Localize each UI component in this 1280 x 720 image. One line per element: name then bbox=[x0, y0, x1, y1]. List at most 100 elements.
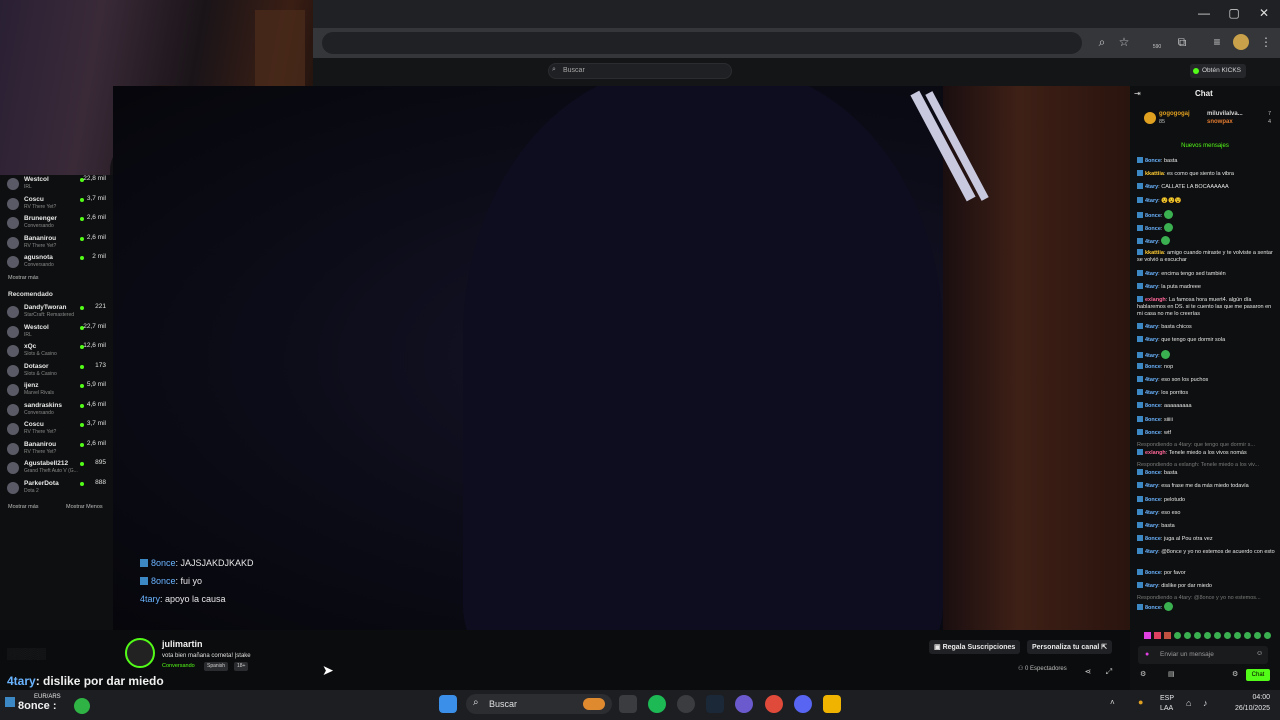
chat-message[interactable]: exlangh: La famosa hora muert4. algún dí… bbox=[1137, 296, 1275, 318]
chat-username[interactable]: 4tary bbox=[1145, 324, 1158, 330]
collapse-chat-icon[interactable]: ⇥ bbox=[1134, 89, 1141, 98]
chat-username[interactable]: 8once bbox=[1145, 417, 1161, 423]
taskbar-layout[interactable]: LAA bbox=[1160, 705, 1173, 712]
chat-message-input[interactable]: Enviar un mensaje bbox=[1138, 646, 1268, 664]
chat-message[interactable]: 8once: juga al Pou otra vez bbox=[1137, 535, 1275, 543]
emote-icon[interactable] bbox=[1254, 632, 1261, 639]
streamer-avatar[interactable] bbox=[125, 638, 155, 668]
theater-mode-icon[interactable]: ⤢ bbox=[1101, 664, 1117, 680]
chat-message[interactable]: 4tary: la puta madreee bbox=[1137, 282, 1275, 291]
chat-username[interactable]: 4tary bbox=[1145, 271, 1158, 277]
leaderboard-user[interactable]: miluvilalva... bbox=[1207, 111, 1243, 117]
emote-icon[interactable] bbox=[1194, 632, 1201, 639]
chat-users-icon[interactable]: ▤ bbox=[1168, 670, 1175, 678]
sidebar-channel[interactable]: Westcol IRL 22,7 mil bbox=[0, 323, 113, 343]
chat-username[interactable]: 8once bbox=[1145, 213, 1161, 219]
chat-message[interactable]: 8once: pelotudo bbox=[1137, 495, 1275, 504]
send-chat-button[interactable]: Chat bbox=[1246, 669, 1270, 681]
chat-username[interactable]: 4tary bbox=[1145, 377, 1158, 383]
chat-username[interactable]: 8once bbox=[1145, 226, 1161, 232]
chat-message[interactable]: 8once: nop bbox=[1137, 362, 1275, 371]
kick-search-input[interactable]: Buscar bbox=[548, 63, 732, 79]
chat-message[interactable]: 4tary: que tengo que dormir sola bbox=[1137, 336, 1275, 344]
emote-icon[interactable] bbox=[1164, 632, 1171, 639]
sidebar-channel[interactable]: Agustabell212 Grand Theft Auto V (G... 895 bbox=[0, 459, 113, 479]
tag-age[interactable]: 18+ bbox=[234, 662, 249, 671]
zoom-icon[interactable]: ⌕ bbox=[1094, 34, 1110, 50]
emoji-icon[interactable]: ☺ bbox=[1256, 650, 1263, 657]
chat-message[interactable]: 4tary: encima tengo sed también bbox=[1137, 269, 1275, 278]
chat-options-icon[interactable]: ⚙ bbox=[1232, 670, 1238, 678]
chat-username[interactable]: 8once bbox=[1145, 570, 1161, 576]
chat-username[interactable]: 8once bbox=[1145, 364, 1161, 370]
chat-username[interactable]: 4tary bbox=[1145, 483, 1158, 489]
menu-kebab-icon[interactable]: ⋮ bbox=[1258, 34, 1274, 50]
chat-username[interactable]: 8once bbox=[1145, 497, 1161, 503]
chat-message[interactable]: Respondiendo a 4tary: que tengo que dorm… bbox=[1137, 442, 1275, 457]
sidebar-channel[interactable]: ParkerDota Dota 2 888 bbox=[0, 479, 113, 499]
close-button[interactable]: ✕ bbox=[1254, 6, 1274, 22]
fx-widget-icon[interactable] bbox=[5, 697, 15, 707]
sidebar-channel[interactable]: Bananirou RV There Yet? 2,6 mil bbox=[0, 440, 113, 460]
emote-icon[interactable] bbox=[1154, 632, 1161, 639]
video-player[interactable] bbox=[113, 86, 1130, 630]
taskbar-language[interactable]: ESP bbox=[1160, 695, 1174, 702]
emote-icon[interactable] bbox=[1174, 632, 1181, 639]
chat-message[interactable]: 4tary: bbox=[1137, 236, 1275, 246]
emote-icon[interactable] bbox=[1204, 632, 1211, 639]
chat-settings-icon[interactable]: ⚙ bbox=[1140, 670, 1146, 678]
taskbar-date[interactable]: 26/10/2025 bbox=[1228, 705, 1270, 712]
network-icon[interactable]: ⌂ bbox=[1186, 698, 1191, 708]
steam-icon[interactable] bbox=[706, 695, 724, 713]
sidebar-channel[interactable]: Bananirou RV There Yet? 2,6 mil bbox=[0, 234, 113, 254]
chat-message[interactable]: 4tary: los porritos bbox=[1137, 389, 1275, 397]
windows-start-icon[interactable] bbox=[439, 695, 457, 713]
chat-username[interactable]: 4tary bbox=[1145, 510, 1158, 516]
profile-avatar-icon[interactable] bbox=[1233, 34, 1249, 50]
sidebar-channel[interactable]: agusnota Conversando 2 mil bbox=[0, 253, 113, 273]
chat-message[interactable]: 4tary: 😵😵😵 bbox=[1137, 196, 1275, 205]
chat-message[interactable]: 4tary: eso eso bbox=[1137, 508, 1275, 517]
emote-icon[interactable] bbox=[1244, 632, 1251, 639]
maximize-button[interactable]: ▢ bbox=[1224, 6, 1244, 22]
chat-message[interactable]: kkattiia: amigo cuando miraste y te volv… bbox=[1137, 249, 1275, 264]
chat-username[interactable]: 8once bbox=[1145, 605, 1161, 611]
chat-username[interactable]: 8once bbox=[1145, 470, 1161, 476]
spotify-icon[interactable] bbox=[648, 695, 666, 713]
chat-message[interactable]: 4tary: eso son los puchos bbox=[1137, 376, 1275, 384]
emote-icon[interactable] bbox=[1214, 632, 1221, 639]
chat-message[interactable]: 8once: wtf bbox=[1137, 428, 1275, 437]
sidebar-channel[interactable]: Dotasor Slots & Casino 173 bbox=[0, 362, 113, 382]
chat-message[interactable]: 8once: aaaaaaaaa bbox=[1137, 402, 1275, 410]
taskbar-time[interactable]: 04:00 bbox=[1238, 694, 1270, 701]
address-bar[interactable] bbox=[322, 32, 1082, 54]
sidebar-channel[interactable]: Coscu RV There Yet? 3,7 mil bbox=[0, 195, 113, 215]
mic-icon[interactable]: ● bbox=[1145, 651, 1149, 658]
volume-icon[interactable]: ♪ bbox=[1203, 698, 1208, 708]
chat-message[interactable]: 8once: bbox=[1137, 223, 1275, 233]
bookmark-star-icon[interactable]: ☆ bbox=[1116, 34, 1132, 50]
obs-icon[interactable] bbox=[677, 695, 695, 713]
sidebar-channel[interactable]: ijenz Marvel Rivals 5,9 mil bbox=[0, 381, 113, 401]
chat-reply-preview[interactable]: Respondiendo a 4tary: que tengo que dorm… bbox=[1137, 442, 1275, 449]
leaderboard-user[interactable]: snowpax bbox=[1207, 119, 1233, 125]
leaderboard-user[interactable]: gogogogaj bbox=[1159, 111, 1190, 117]
stream-category[interactable]: Conversando bbox=[162, 663, 195, 669]
chat-username[interactable]: kkattiia bbox=[1145, 250, 1164, 256]
chat-username[interactable]: 4tary bbox=[1145, 353, 1158, 359]
chat-message[interactable]: 4tary: basta chicos bbox=[1137, 323, 1275, 331]
streamer-name[interactable]: julimartin bbox=[162, 639, 203, 649]
sidebar-channel[interactable]: Westcol IRL 22,8 mil bbox=[0, 175, 113, 195]
chat-message[interactable]: 8once: basta bbox=[1137, 157, 1275, 165]
sidebar-channel[interactable]: Coscu RV There Yet? 3,7 mil bbox=[0, 420, 113, 440]
chat-message[interactable]: 4tary: esa frase me da más miedo todavía bbox=[1137, 482, 1275, 490]
emote-icon[interactable] bbox=[1184, 632, 1191, 639]
chat-message[interactable]: 8once: siiiii bbox=[1137, 415, 1275, 424]
chat-username[interactable]: 8once bbox=[1145, 158, 1161, 164]
share-icon[interactable]: ⋖ bbox=[1080, 664, 1096, 680]
chat-message[interactable]: 4tary: bbox=[1137, 349, 1275, 360]
tag-language[interactable]: Spanish bbox=[204, 662, 229, 671]
chat-username[interactable]: 4tary bbox=[1145, 184, 1158, 190]
sidebar-channel[interactable]: sandraskins Conversando 4,6 mil bbox=[0, 401, 113, 421]
chrome-icon[interactable] bbox=[765, 695, 783, 713]
